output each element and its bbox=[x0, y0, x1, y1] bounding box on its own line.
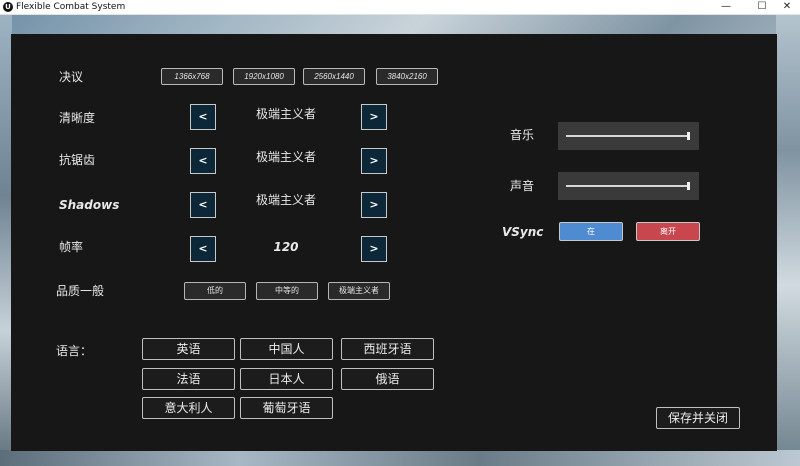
shadows-next-button[interactable]: > bbox=[361, 192, 387, 218]
texture-value: 极端主义者 bbox=[255, 107, 316, 121]
framerate-prev-button[interactable]: < bbox=[190, 236, 216, 262]
antialiasing-prev-button[interactable]: < bbox=[190, 148, 216, 174]
language-chinese-button[interactable]: 中国人 bbox=[240, 338, 333, 360]
window-titlebar[interactable]: U Flexible Combat System — ☐ ✕ bbox=[0, 0, 800, 15]
language-portuguese-button[interactable]: 葡萄牙语 bbox=[240, 397, 333, 419]
background-right bbox=[776, 15, 800, 466]
quality-medium-button[interactable]: 中等的 bbox=[256, 282, 318, 300]
language-label: 语言： bbox=[56, 344, 93, 358]
quality-label: 品质一般 bbox=[56, 284, 105, 298]
resolution-option-1366x768[interactable]: 1366x768 bbox=[161, 68, 223, 85]
music-label: 音乐 bbox=[510, 128, 535, 142]
texture-next-button[interactable]: > bbox=[361, 104, 387, 130]
resolution-option-3840x2160[interactable]: 3840x2160 bbox=[376, 68, 438, 85]
quality-low-button[interactable]: 低的 bbox=[184, 282, 246, 300]
resolution-option-2560x1440[interactable]: 2560x1440 bbox=[303, 68, 365, 85]
vsync-on-button[interactable]: 在 bbox=[559, 222, 623, 241]
background-bottom bbox=[0, 450, 800, 466]
language-english-button[interactable]: 英语 bbox=[142, 338, 235, 360]
sound-label: 声音 bbox=[510, 179, 535, 193]
sound-slider-thumb[interactable] bbox=[687, 182, 690, 190]
window-title: Flexible Combat System bbox=[16, 2, 126, 12]
language-japanese-button[interactable]: 日本人 bbox=[240, 368, 333, 390]
music-slider-thumb[interactable] bbox=[687, 132, 690, 140]
shadows-value: 极端主义者 bbox=[255, 193, 316, 207]
vsync-label: VSync bbox=[502, 225, 544, 239]
sound-slider[interactable] bbox=[558, 172, 699, 200]
language-french-button[interactable]: 法语 bbox=[142, 368, 235, 390]
framerate-next-button[interactable]: > bbox=[361, 236, 387, 262]
minimize-icon[interactable]: — bbox=[708, 0, 744, 15]
quality-extreme-button[interactable]: 极端主义者 bbox=[328, 282, 390, 300]
shadows-prev-button[interactable]: < bbox=[190, 192, 216, 218]
sound-slider-track bbox=[566, 182, 690, 190]
framerate-value: 120 bbox=[273, 240, 299, 254]
vsync-off-button[interactable]: 离开 bbox=[636, 222, 700, 241]
shadows-label: Shadows bbox=[59, 198, 120, 212]
antialiasing-value: 极端主义者 bbox=[255, 150, 316, 164]
resolution-label: 决议 bbox=[59, 70, 84, 84]
language-russian-button[interactable]: 俄语 bbox=[341, 368, 434, 390]
app-logo-icon: U bbox=[3, 2, 13, 12]
texture-label: 清晰度 bbox=[59, 111, 96, 125]
language-italian-button[interactable]: 意大利人 bbox=[142, 397, 235, 419]
settings-panel: 决议 1366x768 1920x1080 2560x1440 3840x216… bbox=[11, 34, 777, 451]
texture-prev-button[interactable]: < bbox=[190, 104, 216, 130]
save-and-close-button[interactable]: 保存并关闭 bbox=[656, 407, 740, 429]
music-slider[interactable] bbox=[558, 122, 699, 150]
language-spanish-button[interactable]: 西班牙语 bbox=[341, 338, 434, 360]
antialiasing-label: 抗锯齿 bbox=[59, 153, 96, 167]
resolution-option-1920x1080[interactable]: 1920x1080 bbox=[233, 68, 295, 85]
music-slider-track bbox=[566, 132, 690, 140]
framerate-label: 帧率 bbox=[59, 240, 84, 254]
antialiasing-next-button[interactable]: > bbox=[361, 148, 387, 174]
close-icon[interactable]: ✕ bbox=[774, 0, 800, 15]
